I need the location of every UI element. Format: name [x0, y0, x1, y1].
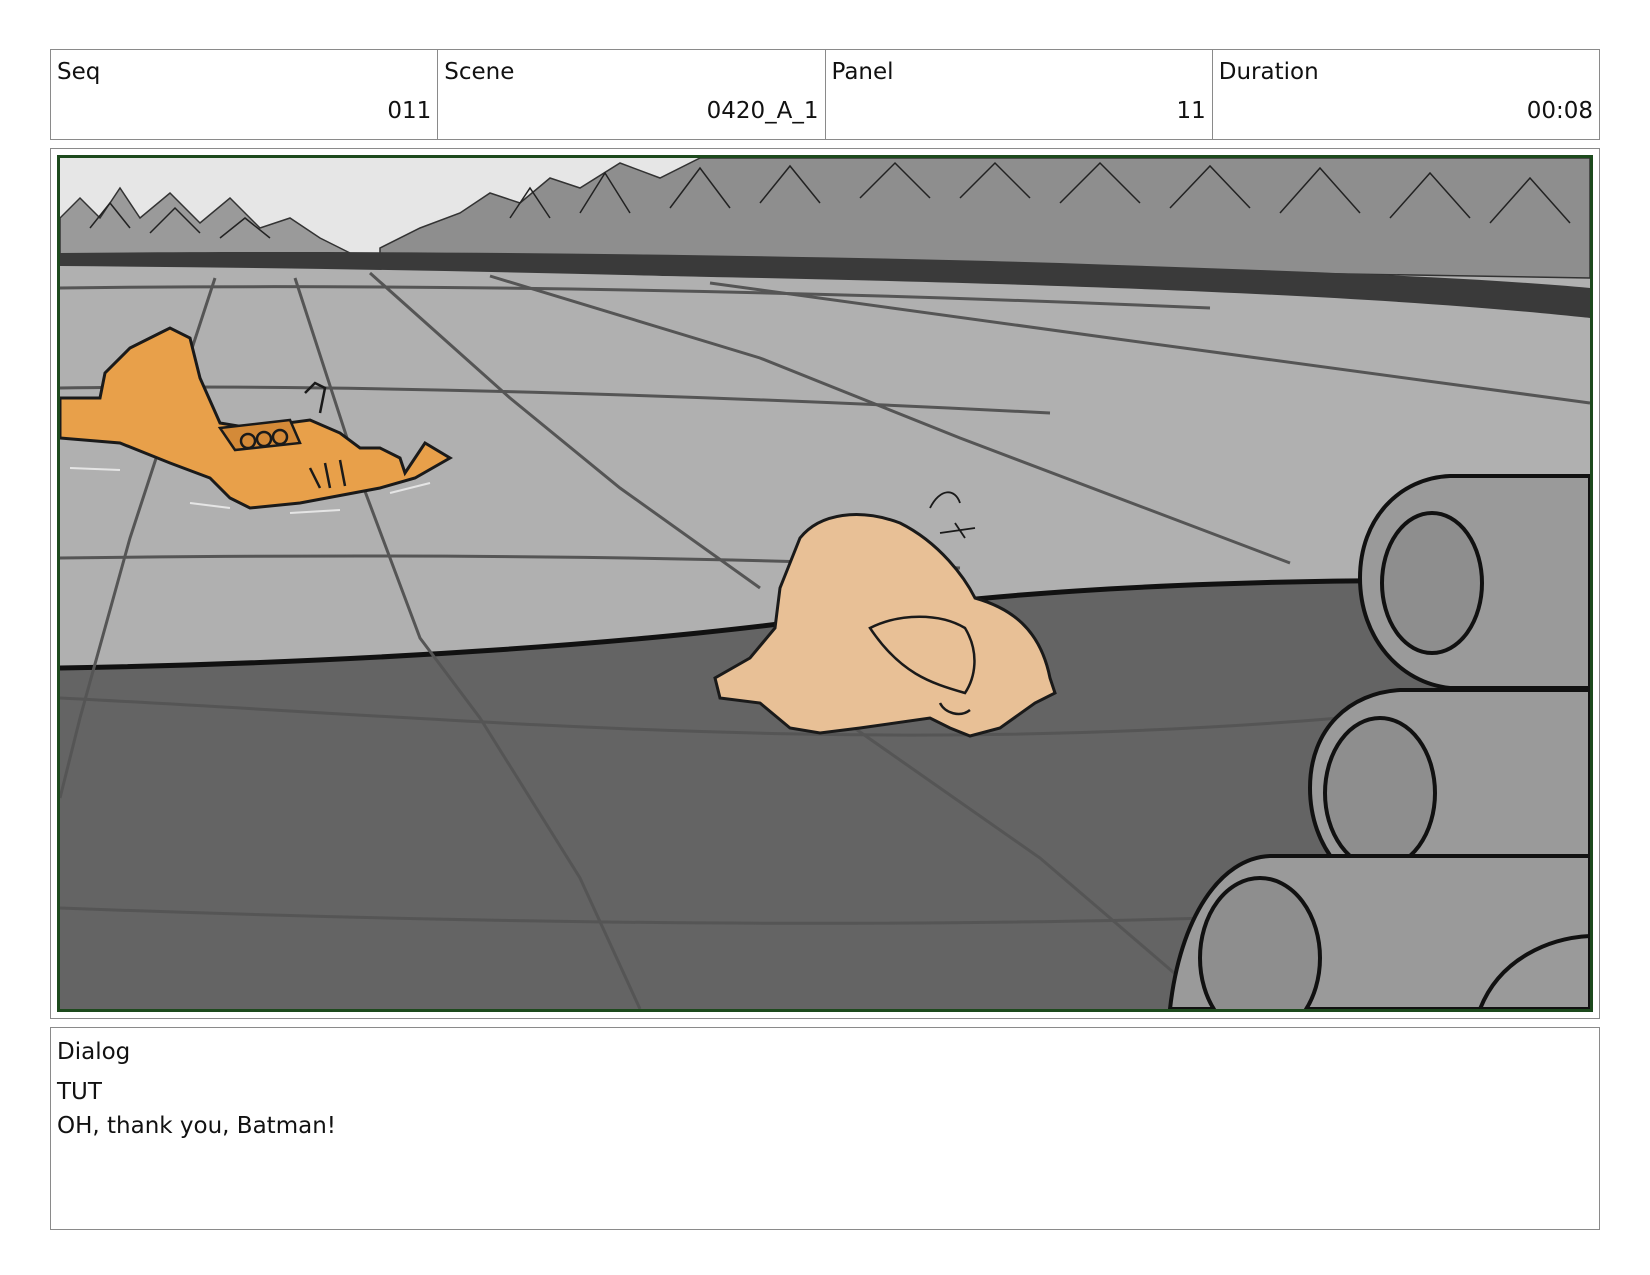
panel-artwork: [57, 155, 1593, 1012]
panel-cell: Panel 11: [826, 50, 1213, 139]
dialog-label: Dialog: [57, 1039, 131, 1065]
panel-label: Panel: [831, 59, 894, 85]
dialog-speaker: TUT: [57, 1079, 102, 1105]
duration-value: 00:08: [1526, 98, 1593, 124]
scene-value: 0420_A_1: [706, 98, 819, 124]
seq-label: Seq: [57, 59, 101, 85]
scene-cell: Scene 0420_A_1: [438, 50, 826, 139]
storyboard-header: Seq 011 Scene 0420_A_1 Panel 11 Duration…: [50, 49, 1600, 140]
seq-cell: Seq 011: [51, 50, 439, 139]
duration-label: Duration: [1218, 59, 1319, 85]
duration-cell: Duration 00:08: [1213, 50, 1599, 139]
storyboard-drawing: [60, 158, 1590, 1009]
dialog-box: Dialog TUT OH, thank you, Batman!: [50, 1027, 1600, 1230]
scene-label: Scene: [444, 59, 515, 85]
seq-value: 011: [387, 98, 432, 124]
panel-value: 11: [1176, 98, 1206, 124]
panel-frame: [50, 148, 1600, 1019]
dialog-line: OH, thank you, Batman!: [57, 1113, 336, 1139]
